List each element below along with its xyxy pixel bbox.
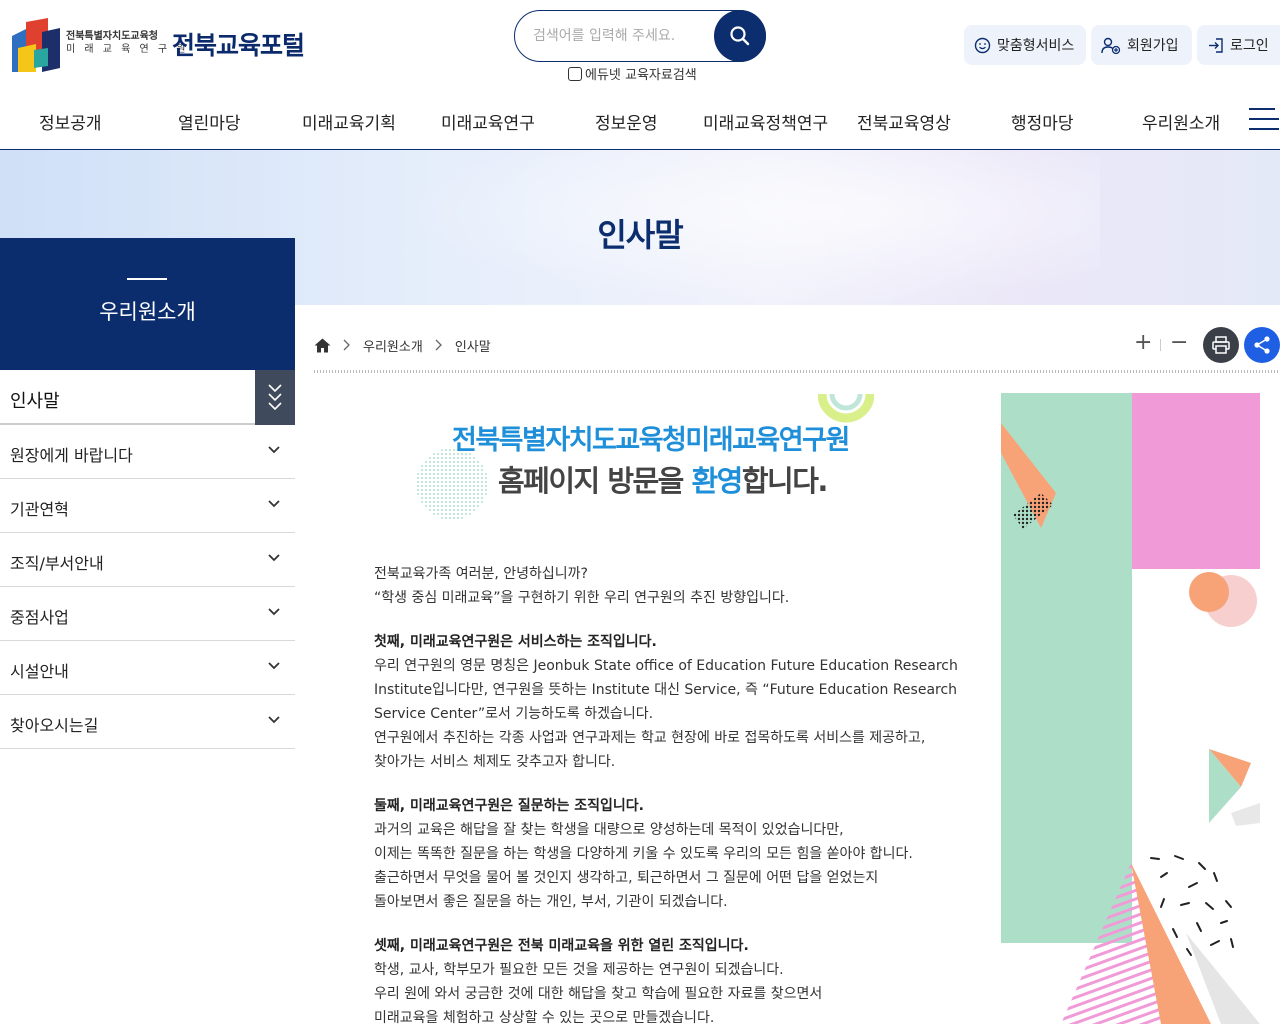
join-label: 회원가입 [1127,38,1179,54]
sidebar-item-directions[interactable]: 찾아오시는길 [0,695,295,749]
intro-line: “학생 중심 미래교육”을 구현하기 위한 우리 연구원의 추진 방향입니다. [374,590,790,606]
breadcrumb-level1[interactable]: 우리원소개 [363,336,423,355]
sidebar-item-label: 중점사업 [10,608,69,627]
login-icon [1209,37,1223,53]
sidebar-item-label: 조직/부서안내 [10,554,104,573]
greeting-highlight: 환영 [691,464,743,498]
sidebar-item-label: 기관연혁 [10,500,69,519]
sidebar-item-label: 시설안내 [10,662,69,681]
logo-subtitle-1: 전북특별자치도교육청 [66,31,158,42]
smile-icon [974,37,991,53]
main-navigation: 정보공개 열린마당 미래교육기획 미래교육연구 정보운영 미래교육정책연구 전북… [0,92,1280,150]
section-heading: 셋째, 미래교육연구원은 전북 미래교육을 위한 열린 조직입니다. [374,938,749,954]
site-header: 전북특별자치도교육청 미 래 교 육 연 구 원 전북교육포털 에듀넷 교육자료… [0,0,1280,92]
sidebar-item-label: 인사말 [10,391,60,412]
custom-service-label: 맞춤형서비스 [997,38,1075,54]
dotted-circle-decoration [416,448,488,520]
login-button[interactable]: 로그인 [1197,25,1280,65]
sidebar-menu: 인사말 원장에게 바랍니다 기관연혁 조직/부서안내 중점사업 시설안내 찾아오… [0,368,295,749]
site-logo[interactable]: 전북특별자치도교육청 미 래 교 육 연 구 원 전북교육포털 [12,18,322,74]
login-label: 로그인 [1230,38,1269,54]
nav-item-info-disclosure[interactable]: 정보공개 [39,109,102,134]
chevron-down-icon [268,716,280,724]
dotted-divider [314,370,1280,373]
search-input[interactable] [533,25,713,47]
sidebar-item-label: 찾아오시는길 [10,716,99,735]
printer-icon [1212,336,1230,354]
decorative-illustration [1001,393,1260,1024]
chevron-right-icon [435,339,442,351]
sidebar-title-divider [127,278,167,280]
section-heading: 둘째, 미래교육연구원은 질문하는 조직입니다. [374,798,644,814]
chevron-down-icon [268,608,280,616]
share-button[interactable] [1244,327,1280,363]
greeting-heading-1: 전북특별자치도교육청미래교육연구원 [452,425,850,456]
section-line: Service Center”로서 기능하도록 하겠습니다. [374,706,654,722]
section-heading: 첫째, 미래교육연구원은 서비스하는 조직입니다. [374,634,657,650]
section-line: 출근하면서 무엇을 물어 볼 것인지 생각하고, 퇴근하면서 그 질문에 어떤 … [374,870,879,886]
nav-item-education-video[interactable]: 전북교육영상 [857,109,951,134]
greeting-heading-2: 홈페이지 방문을 환영합니다. [498,458,829,500]
chevron-down-icon [268,446,280,454]
nav-item-administration[interactable]: 행정마당 [1011,109,1074,134]
nav-item-policy-research[interactable]: 미래교육정책연구 [703,109,828,134]
section-line: 과거의 교육은 해답을 잘 찾는 학생을 대량으로 양성하는데 목적이 있었습니… [374,822,844,838]
sidebar-item-label: 원장에게 바랍니다 [10,446,133,465]
greeting-body: 전북교육가족 여러분, 안녕하십니까? “학생 중심 미래교육”을 구현하기 위… [374,562,974,1024]
nav-item-future-planning[interactable]: 미래교육기획 [302,109,396,134]
chevron-right-icon [343,339,350,351]
zoom-divider [1160,339,1161,351]
section-line: 찾아가는 서비스 체제도 갖추고자 합니다. [374,754,616,770]
logo-title: 전북교육포털 [172,31,305,60]
all-menu-icon[interactable] [1249,108,1279,132]
add-user-icon [1101,37,1121,54]
edunet-label: 에듀넷 교육자료검색 [585,68,697,83]
custom-service-button[interactable]: 맞춤형서비스 [964,25,1086,65]
logo-subtitle-2: 미 래 교 육 연 구 원 [66,44,189,55]
search-icon [730,25,750,45]
search-button[interactable] [714,9,766,62]
nav-item-future-research[interactable]: 미래교육연구 [441,109,535,134]
section-line: 미래교육을 체험하고 상상할 수 있는 곳으로 만들겠습니다. [374,1010,715,1024]
chevron-down-icon [268,500,280,508]
sidebar-item-greeting[interactable]: 인사말 [0,368,295,425]
zoom-in-button[interactable]: + [1134,332,1152,354]
greeting-text-b: 합니다. [741,464,829,498]
nav-item-open-forum[interactable]: 열린마당 [178,109,241,134]
sidebar-item-organization[interactable]: 조직/부서안내 [0,533,295,587]
sidebar-title: 우리원소개 [99,300,196,324]
section-line: 학생, 교사, 학부모가 필요한 모든 것을 제공하는 연구원이 되겠습니다. [374,962,784,978]
double-chevron-icon[interactable] [255,370,295,425]
greeting-text-a: 홈페이지 방문을 [498,464,692,498]
section-line: 연구원에서 추진하는 각종 사업과 연구과제는 학교 현장에 바로 접목하도록 … [374,730,926,746]
sidebar-item-history[interactable]: 기관연혁 [0,479,295,533]
home-icon[interactable] [314,338,331,353]
search-box [514,9,766,62]
sidebar-title-box: 우리원소개 [0,238,295,368]
sidebar-item-facilities[interactable]: 시설안내 [0,641,295,695]
section-line: 우리 원에 와서 궁금한 것에 대한 해답을 찾고 학습에 필요한 자료를 찾으… [374,986,823,1002]
intro-line: 전북교육가족 여러분, 안녕하십니까? [374,566,588,582]
join-button[interactable]: 회원가입 [1091,25,1192,65]
sidebar-item-key-projects[interactable]: 중점사업 [0,587,295,641]
logo-mark-icon [12,18,60,72]
edunet-checkbox[interactable] [568,66,582,81]
zoom-out-button[interactable]: − [1170,332,1188,354]
section-line: 돌아보면서 좋은 질문을 하는 개인, 부서, 기관이 되겠습니다. [374,894,728,910]
breadcrumb-level2[interactable]: 인사말 [455,336,491,355]
print-button[interactable] [1203,327,1239,363]
section-line: 우리 연구원의 영문 명칭은 Jeonbuk State office of E… [374,658,958,674]
chevron-down-icon [268,662,280,670]
page-title: 인사말 [597,216,683,254]
sidebar-item-request[interactable]: 원장에게 바랍니다 [0,425,295,479]
section-line: Institute입니다만, 연구원을 뜻하는 Institute 대신 Ser… [374,682,958,698]
breadcrumb: 우리원소개 인사말 [314,334,491,356]
nav-item-info-operation[interactable]: 정보운영 [595,109,658,134]
edunet-search-option[interactable]: 에듀넷 교육자료검색 [568,64,697,83]
chevron-down-icon [268,554,280,562]
section-line: 이제는 똑똑한 질문을 하는 학생을 다양하게 키울 수 있도록 우리의 모든 … [374,846,913,862]
share-icon [1254,336,1270,354]
nav-item-about[interactable]: 우리원소개 [1142,109,1220,134]
